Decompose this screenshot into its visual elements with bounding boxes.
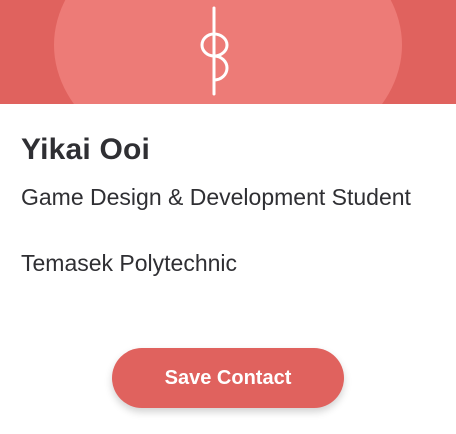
save-contact-button[interactable]: Save Contact	[112, 348, 344, 408]
card-header	[0, 0, 456, 104]
contact-organization: Temasek Polytechnic	[21, 250, 238, 276]
contact-card: Yikai Ooi Game Design & Development Stud…	[0, 0, 456, 434]
contact-title: Game Design & Development Student	[21, 184, 411, 210]
contact-name: Yikai Ooi	[21, 133, 151, 166]
bp-logo-icon	[200, 6, 229, 96]
